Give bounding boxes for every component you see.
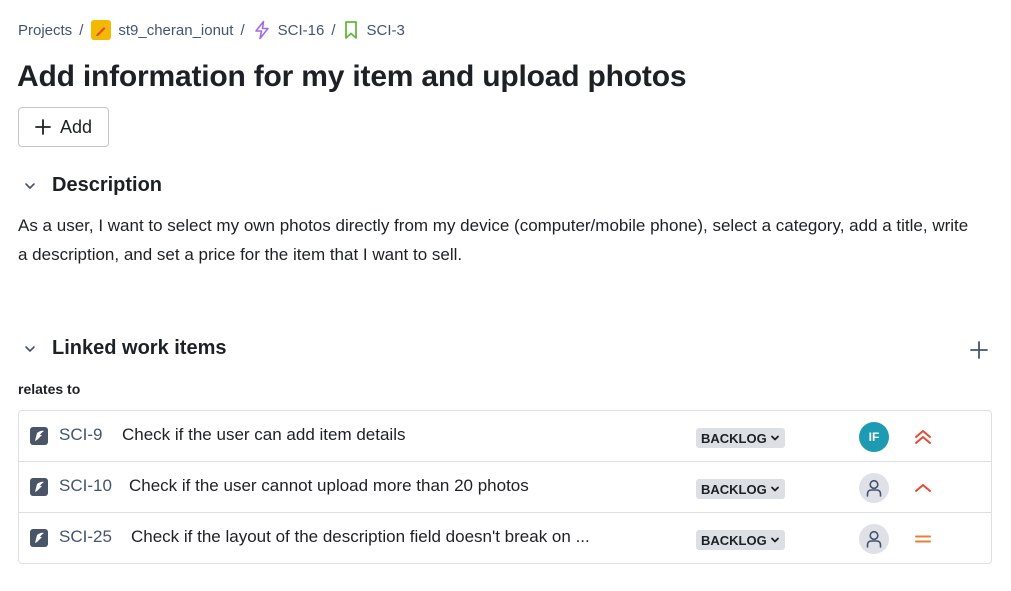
linked-item-row[interactable]: SCI-10 Check if the user cannot upload m… bbox=[19, 462, 991, 513]
description-text[interactable]: As a user, I want to select my own photo… bbox=[18, 211, 978, 269]
linked-item-summary[interactable]: Check if the user can add item details bbox=[122, 425, 405, 445]
breadcrumb-epic-label: SCI-16 bbox=[277, 21, 325, 39]
chevron-down-icon bbox=[770, 537, 779, 543]
breadcrumb-projects-label: Projects bbox=[18, 21, 73, 39]
test-type-icon bbox=[30, 478, 48, 496]
chevron-down-icon bbox=[25, 182, 35, 189]
linked-item-summary[interactable]: Check if the user cannot upload more tha… bbox=[129, 476, 529, 496]
chevron-down-icon bbox=[770, 486, 779, 492]
status-label: BACKLOG bbox=[701, 532, 767, 548]
breadcrumb-project[interactable]: st9_cheran_ionut bbox=[91, 20, 233, 40]
status-dropdown[interactable]: BACKLOG bbox=[696, 530, 785, 550]
linked-item-key[interactable]: SCI-10 bbox=[59, 476, 112, 496]
status-dropdown[interactable]: BACKLOG bbox=[696, 428, 785, 448]
status-dropdown[interactable]: BACKLOG bbox=[696, 479, 785, 499]
test-type-icon bbox=[30, 529, 48, 547]
add-linked-item-button[interactable] bbox=[968, 339, 990, 361]
breadcrumb-epic[interactable]: SCI-16 bbox=[253, 20, 325, 40]
linked-item-row[interactable]: SCI-25 Check if the layout of the descri… bbox=[19, 513, 991, 563]
status-label: BACKLOG bbox=[701, 481, 767, 497]
linked-item-key[interactable]: SCI-9 bbox=[59, 425, 102, 445]
breadcrumb-projects[interactable]: Projects bbox=[18, 22, 72, 39]
add-button-label: Add bbox=[60, 116, 93, 137]
breadcrumb-project-label: st9_cheran_ionut bbox=[118, 21, 234, 39]
linked-items-toggle[interactable]: Linked work items bbox=[22, 337, 227, 360]
breadcrumb-story-label: SCI-3 bbox=[366, 21, 405, 39]
description-toggle[interactable]: Description bbox=[22, 174, 162, 197]
assignee-avatar[interactable]: IF bbox=[859, 422, 889, 452]
breadcrumb-separator: / bbox=[79, 21, 84, 39]
plus-icon bbox=[970, 341, 988, 359]
unassigned-avatar[interactable] bbox=[859, 473, 889, 503]
linked-item-key[interactable]: SCI-25 bbox=[59, 527, 112, 547]
chevron-down-icon bbox=[25, 345, 35, 352]
add-button[interactable]: Add bbox=[18, 107, 109, 147]
breadcrumb: Projects / st9_cheran_ionut / SCI-16 / S… bbox=[18, 18, 405, 42]
chevron-down-icon bbox=[770, 435, 779, 441]
bookmark-icon bbox=[343, 20, 359, 40]
linked-items-list: SCI-9 Check if the user can add item det… bbox=[18, 410, 992, 564]
lightning-icon bbox=[253, 20, 271, 40]
linked-items-heading: Linked work items bbox=[52, 337, 227, 359]
medium-priority-icon bbox=[912, 528, 934, 550]
breadcrumb-story[interactable]: SCI-3 bbox=[343, 20, 405, 40]
linked-item-summary[interactable]: Check if the layout of the description f… bbox=[131, 527, 590, 547]
person-icon bbox=[866, 530, 882, 548]
description-heading: Description bbox=[52, 174, 163, 196]
highest-priority-icon bbox=[912, 426, 934, 448]
page-title[interactable]: Add information for my item and upload p… bbox=[17, 60, 687, 94]
test-type-icon bbox=[30, 427, 48, 445]
relation-label: relates to bbox=[18, 381, 81, 397]
high-priority-icon bbox=[912, 477, 934, 499]
breadcrumb-separator: / bbox=[240, 21, 245, 39]
linked-item-row[interactable]: SCI-9 Check if the user can add item det… bbox=[19, 411, 991, 462]
status-label: BACKLOG bbox=[701, 430, 767, 446]
person-icon bbox=[866, 479, 882, 497]
project-icon bbox=[91, 20, 112, 40]
unassigned-avatar[interactable] bbox=[859, 524, 889, 554]
plus-icon bbox=[35, 119, 51, 135]
breadcrumb-separator: / bbox=[331, 21, 336, 39]
